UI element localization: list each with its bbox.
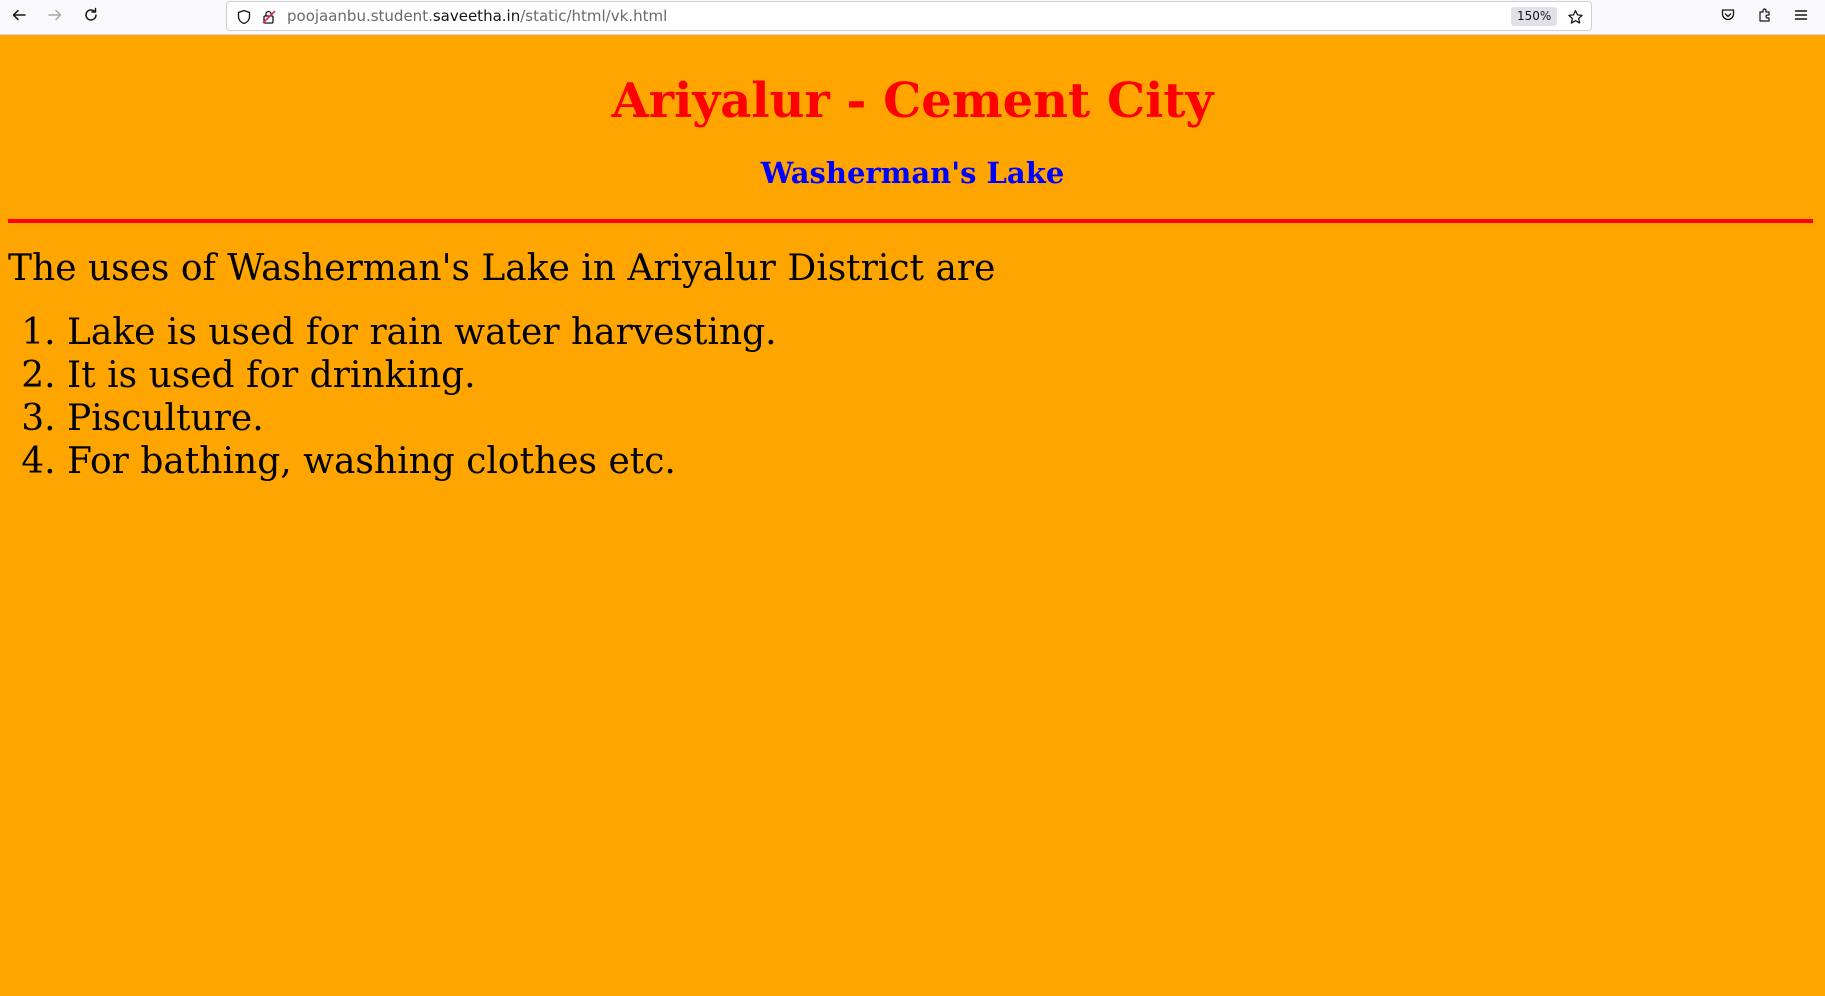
address-bar[interactable]: poojaanbu.student.saveetha.in/static/htm… xyxy=(226,1,1592,31)
list-item-number: 2. xyxy=(21,355,56,396)
list-item: 1. Lake is used for rain water harvesting… xyxy=(8,311,777,354)
url-path: /static/html/vk.html xyxy=(520,7,668,25)
list-item: 3. Pisculture. xyxy=(8,397,777,440)
url-text[interactable]: poojaanbu.student.saveetha.in/static/htm… xyxy=(287,2,667,30)
page-title: Ariyalur - Cement City xyxy=(611,73,1214,129)
list-item-text: It is used for drinking. xyxy=(67,355,476,396)
horizontal-rule xyxy=(8,219,1813,223)
page-subtitle: Washerman's Lake xyxy=(760,156,1065,190)
bookmark-star-icon[interactable] xyxy=(1565,7,1585,27)
list-item-text: Lake is used for rain water harvesting. xyxy=(67,312,777,353)
extensions-button[interactable] xyxy=(1750,3,1780,31)
browser-toolbar: poojaanbu.student.saveetha.in/static/htm… xyxy=(0,0,1825,35)
list-item-number: 3. xyxy=(21,398,56,439)
pocket-button[interactable] xyxy=(1713,3,1743,31)
back-arrow-icon xyxy=(11,7,27,27)
list-item: 4. For bathing, washing clothes etc. xyxy=(8,440,777,483)
page-content: Ariyalur - Cement City Washerman's Lake … xyxy=(0,35,1825,996)
url-prefix: poojaanbu.student. xyxy=(287,7,433,25)
app-menu-button[interactable] xyxy=(1786,3,1816,31)
zoom-level-button[interactable]: 150% xyxy=(1511,7,1558,26)
list-item-text: Pisculture. xyxy=(67,398,264,439)
url-host: saveetha.in xyxy=(432,7,521,25)
reload-icon xyxy=(83,7,99,27)
intro-text: The uses of Washerman's Lake in Ariyalur… xyxy=(8,248,996,289)
pocket-icon xyxy=(1720,7,1736,27)
list-item-text: For bathing, washing clothes etc. xyxy=(67,441,676,482)
forward-button[interactable] xyxy=(40,3,70,31)
menu-icon xyxy=(1793,7,1809,27)
reload-button[interactable] xyxy=(76,3,106,31)
forward-arrow-icon xyxy=(47,7,63,27)
list-item-number: 4. xyxy=(21,441,56,482)
uses-list: 1. Lake is used for rain water harvesting… xyxy=(8,311,777,483)
extensions-icon xyxy=(1757,7,1773,27)
list-item: 2. It is used for drinking. xyxy=(8,354,777,397)
list-item-number: 1. xyxy=(21,312,56,353)
shield-icon[interactable] xyxy=(234,7,254,27)
back-button[interactable] xyxy=(4,3,34,31)
insecure-lock-icon[interactable] xyxy=(259,7,279,27)
